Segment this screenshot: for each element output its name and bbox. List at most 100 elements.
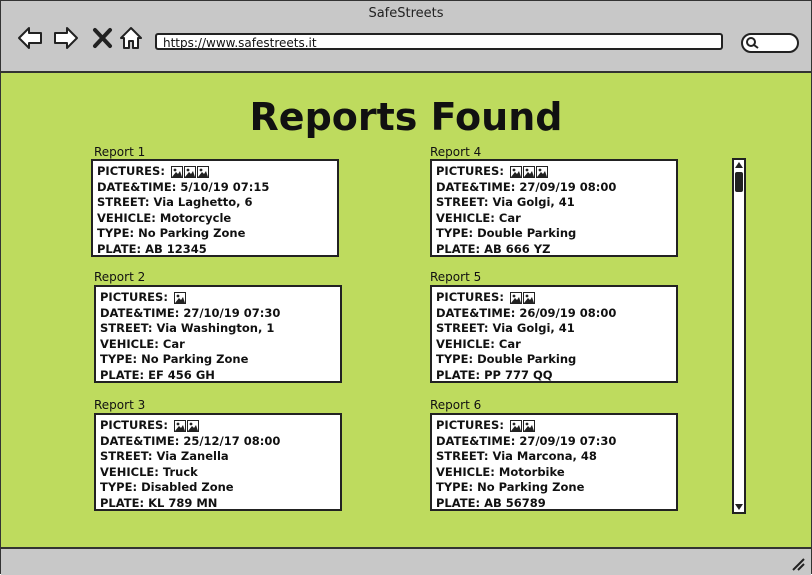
plate-value: AB 12345 (145, 241, 207, 256)
street-value: Via Golgi, 41 (492, 321, 575, 336)
image-icon[interactable] (522, 419, 535, 432)
street-row: STREET: Via Washington, 1 (100, 321, 336, 337)
type-row: TYPE: Double Parking (436, 226, 672, 242)
window-title: SafeStreets (368, 6, 444, 21)
pictures-thumbnails (170, 165, 209, 178)
plate-value: AB 666 YZ (484, 241, 551, 256)
pictures-row: PICTURES: (100, 290, 336, 306)
field-label: PICTURES: (436, 418, 504, 432)
pictures-thumbnails (509, 291, 535, 304)
field-label: STREET: (436, 321, 489, 336)
vehicle-row: VEHICLE: Car (100, 337, 336, 353)
datetime-value: 27/09/19 08:00 (519, 179, 617, 194)
scroll-up-icon[interactable] (734, 160, 744, 170)
image-icon[interactable] (196, 165, 209, 178)
street-value: Via Golgi, 41 (492, 195, 575, 210)
report-card[interactable]: PICTURES: DATE&TIME: 27/09/19 08:00 STREET… (430, 159, 678, 257)
report-label: Report 6 (430, 398, 482, 412)
report-label: Report 4 (430, 145, 482, 159)
datetime-value: 25/12/17 08:00 (183, 433, 281, 448)
pictures-thumbnails (509, 165, 548, 178)
datetime-row: DATE&TIME: 27/09/19 07:30 (436, 434, 672, 450)
plate-row: PLATE: AB 56789 (436, 496, 672, 512)
pictures-row: PICTURES: (436, 418, 672, 434)
vehicle-value: Car (162, 336, 185, 351)
vehicle-row: VEHICLE: Motorbike (436, 465, 672, 481)
report-card[interactable]: PICTURES: DATE&TIME: 27/09/19 07:30 STREET… (430, 413, 678, 511)
pictures-row: PICTURES: (436, 164, 672, 180)
type-row: TYPE: Double Parking (436, 352, 672, 368)
type-row: TYPE: No Parking Zone (436, 480, 672, 496)
field-label: DATE&TIME: (100, 433, 180, 448)
scroll-down-icon[interactable] (734, 502, 744, 512)
plate-row: PLATE: KL 789 MN (100, 496, 336, 512)
vehicle-value: Motorbike (498, 464, 565, 479)
page-title: Reports Found (249, 95, 563, 139)
field-label: TYPE: (100, 352, 138, 367)
report-label: Report 2 (94, 270, 146, 284)
type-row: TYPE: No Parking Zone (97, 226, 333, 242)
browser-window: SafeStreets https://www.safestreets.it R… (0, 0, 812, 575)
close-icon[interactable] (90, 25, 116, 51)
image-icon[interactable] (509, 165, 522, 178)
plate-row: PLATE: AB 666 YZ (436, 242, 672, 258)
field-label: STREET: (97, 195, 150, 210)
field-label: PLATE: (97, 241, 142, 256)
field-label: STREET: (100, 449, 153, 464)
scrollbar-thumb[interactable] (735, 172, 743, 192)
page-content: Reports Found Report 1 PICTURES: DATE&TIME… (1, 73, 811, 547)
pictures-row: PICTURES: (436, 290, 672, 306)
image-icon[interactable] (173, 419, 186, 432)
report-card[interactable]: PICTURES: DATE&TIME: 5/10/19 07:15 STREET:… (91, 159, 339, 257)
arrow-right-icon[interactable] (53, 25, 79, 51)
vehicle-row: VEHICLE: Car (436, 211, 672, 227)
report-card[interactable]: PICTURES: DATE&TIME: 27/10/19 07:30 STREET… (94, 285, 342, 383)
street-row: STREET: Via Golgi, 41 (436, 321, 672, 337)
field-label: STREET: (436, 449, 489, 464)
datetime-value: 5/10/19 07:15 (180, 179, 270, 194)
image-icon[interactable] (522, 291, 535, 304)
image-icon[interactable] (509, 291, 522, 304)
image-icon[interactable] (183, 165, 196, 178)
vehicle-value: Car (498, 336, 521, 351)
report-card[interactable]: PICTURES: DATE&TIME: 25/12/17 08:00 STREET… (94, 413, 342, 511)
street-row: STREET: Via Laghetto, 6 (97, 195, 333, 211)
image-icon[interactable] (186, 419, 199, 432)
image-icon[interactable] (509, 419, 522, 432)
field-label: STREET: (436, 195, 489, 210)
pictures-thumbnails (509, 419, 535, 432)
url-field[interactable]: https://www.safestreets.it (155, 33, 723, 50)
field-label: DATE&TIME: (436, 179, 516, 194)
arrow-left-icon[interactable] (17, 25, 43, 51)
pictures-row: PICTURES: (97, 164, 333, 180)
scrollbar[interactable] (732, 158, 746, 514)
datetime-row: DATE&TIME: 27/09/19 08:00 (436, 180, 672, 196)
field-label: DATE&TIME: (436, 305, 516, 320)
pictures-thumbnails (173, 419, 199, 432)
type-value: No Parking Zone (477, 480, 585, 495)
plate-row: PLATE: PP 777 QQ (436, 368, 672, 384)
street-row: STREET: Via Golgi, 41 (436, 195, 672, 211)
plate-row: PLATE: EF 456 GH (100, 368, 336, 384)
datetime-value: 27/10/19 07:30 (183, 305, 281, 320)
field-label: TYPE: (97, 226, 135, 241)
resize-grip-icon[interactable] (791, 557, 805, 571)
pictures-thumbnails (173, 291, 186, 304)
report-card[interactable]: PICTURES: DATE&TIME: 26/09/19 08:00 STREET… (430, 285, 678, 383)
search-icon[interactable] (741, 33, 799, 53)
field-label: PLATE: (100, 495, 145, 510)
field-label: DATE&TIME: (97, 179, 177, 194)
field-label: PLATE: (100, 367, 145, 382)
plate-value: KL 789 MN (148, 495, 218, 510)
field-label: PICTURES: (100, 418, 168, 432)
street-value: Via Zanella (156, 449, 229, 464)
vehicle-value: Motorcycle (159, 210, 232, 225)
image-icon[interactable] (535, 165, 548, 178)
street-row: STREET: Via Marcona, 48 (436, 449, 672, 465)
field-label: VEHICLE: (100, 464, 159, 479)
home-icon[interactable] (118, 25, 144, 51)
type-value: No Parking Zone (141, 352, 249, 367)
image-icon[interactable] (522, 165, 535, 178)
image-icon[interactable] (173, 291, 186, 304)
image-icon[interactable] (170, 165, 183, 178)
